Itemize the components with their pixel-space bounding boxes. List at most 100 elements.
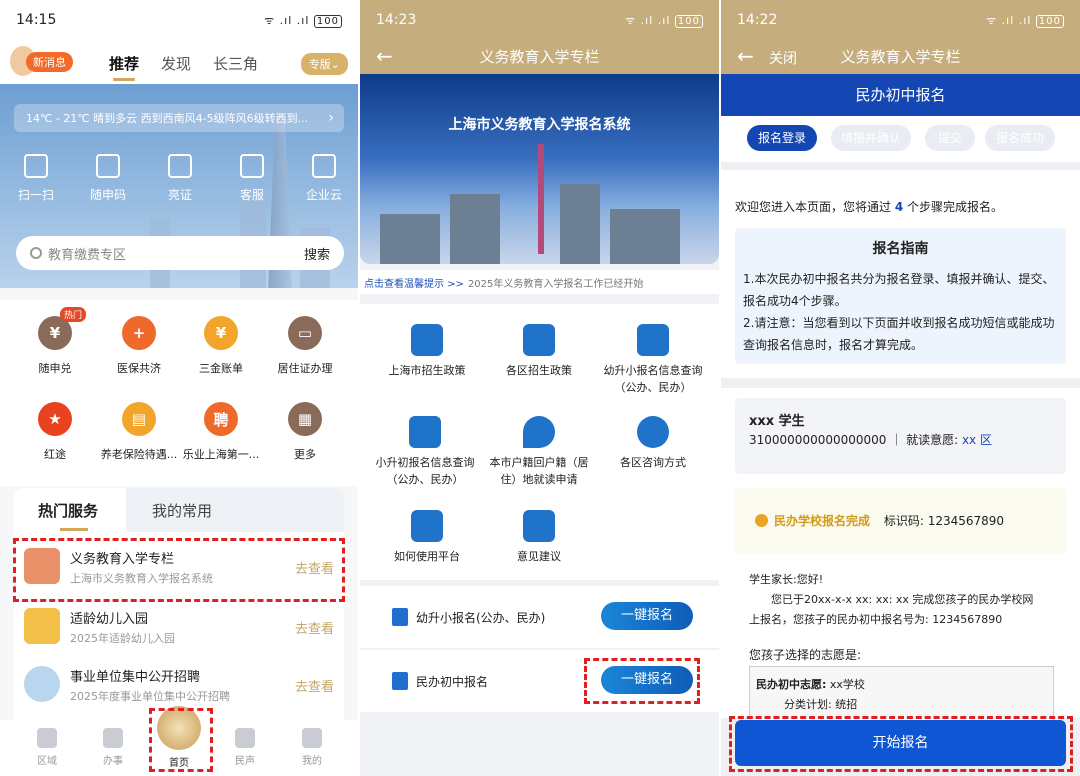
nav-affairs[interactable]: 办事 (83, 728, 143, 767)
title-bar: 14:22 ᯤ .ıl .ıl 100 ← 关闭 义务教育入学专栏 (721, 0, 1080, 74)
battery-icon: 100 (674, 14, 703, 28)
junior-query-item[interactable]: 小升初报名信息查询 （公办、民办） (366, 416, 484, 488)
guide-icon (411, 510, 443, 542)
service-more[interactable]: ▦ 更多 (262, 402, 348, 462)
list-item-subtitle: 2025年度事业单位集中公开招聘 (70, 690, 230, 703)
letter-body: 上报名，您孩子的民办初中报名号为: 1234567890 (749, 613, 1003, 626)
how-to-use-item[interactable]: 如何使用平台 (368, 510, 486, 565)
qr-code-icon (96, 154, 120, 178)
customer-service-label: 客服 (239, 188, 264, 202)
nav-label: 民声 (235, 756, 255, 767)
star-icon: ★ (38, 402, 72, 436)
nav-voice[interactable]: 民声 (215, 728, 275, 767)
letter-greeting: 学生家长:您好! (749, 573, 824, 586)
intro-section: 欢迎您进入本页面，您将通过 4 个步骤完成报名。 报名指南 1.本次民办初中报名… (721, 170, 1080, 378)
customer-service-button[interactable]: 客服 (222, 154, 282, 203)
service-suishen-exchange[interactable]: ¥ 随申兑 (12, 316, 98, 376)
plan-value: 统招 (835, 698, 858, 711)
function-grid: 上海市招生政策 各区招生政策 幼升小报名信息查询 （公办、民办） 小升初报名信息查… (360, 304, 719, 580)
list-item-title: 适龄幼儿入园 (70, 612, 149, 627)
list-item-subtitle: 2025年适龄幼儿入园 (70, 632, 175, 645)
primary-query-item[interactable]: 幼升小报名信息查询 （公办、民办） (594, 324, 712, 396)
code-label: 标识码: (883, 514, 924, 528)
search-bar[interactable]: 教育缴费专区 搜索 (16, 236, 344, 270)
id-card-icon (168, 154, 192, 178)
service-red-route[interactable]: ★ 红途 (12, 402, 98, 462)
hero-banner: 14℃ - 21℃ 晴到多云 西到西南风4-5级阵风6级转西到... › 扫一扫… (0, 84, 358, 288)
weather-bar[interactable]: 14℃ - 21℃ 晴到多云 西到西南风4-5级阵风6级转西到... › (14, 104, 344, 132)
show-license-button[interactable]: 亮证 (150, 154, 210, 203)
notice-link[interactable]: 点击查看温馨提示 >> (364, 275, 464, 290)
list-item[interactable]: 适龄幼儿入园 2025年适龄幼儿入园 去查看 (24, 600, 334, 656)
search-button[interactable]: 搜索 (304, 244, 330, 263)
primary-register-button[interactable]: 一键报名 (601, 602, 693, 630)
grid-label: 小升初报名信息查询 (375, 456, 475, 469)
status-bar: 14:15 ᯤ .ıl .ıl 100 (0, 0, 358, 40)
grid-label: 上海市招生政策 (388, 364, 466, 377)
example-result-section: xxx 学生 310000000000000000 ｜ 就读意愿: xx 区 民… (721, 388, 1080, 726)
notebook-icon (637, 324, 669, 356)
health-code-label: 随申码 (89, 188, 126, 202)
enterprise-cloud-label: 企业云 (305, 188, 342, 202)
battery-icon: 100 (1035, 14, 1064, 28)
tab-hot-services[interactable]: 热门服务 (14, 488, 126, 532)
tab-recommend[interactable]: 推荐 (109, 53, 139, 74)
notice-ticker[interactable]: 点击查看温馨提示 >> 2025年义务教育入学报名工作已经开始 (360, 270, 719, 294)
nav-region[interactable]: 区域 (17, 728, 77, 767)
city-policy-item[interactable]: 上海市招生政策 (368, 324, 486, 379)
tab-discover[interactable]: 发现 (161, 53, 191, 74)
grid-label: 各区咨询方式 (620, 456, 686, 469)
nav-mine[interactable]: 我的 (282, 728, 342, 767)
status-bar: 14:22 ᯤ .ıl .ıl 100 (721, 0, 1080, 40)
tab-yangtze-delta[interactable]: 长三角 (213, 53, 258, 74)
scan-icon (24, 154, 48, 178)
service-residence-permit[interactable]: ▭ 居住证办理 (262, 316, 348, 376)
service-employment[interactable]: 聘乐业上海第一... (178, 402, 264, 462)
grid-label-sub: 住）地就读申请 (500, 473, 578, 486)
id-card-icon: ▭ (288, 316, 322, 350)
search-doc-icon (409, 416, 441, 448)
highlight-box (729, 716, 1073, 772)
service-label: 三金账单 (199, 362, 243, 375)
service-three-funds[interactable]: ¥ 三金账单 (178, 316, 264, 376)
scan-button[interactable]: 扫一扫 (6, 154, 66, 203)
nav-label: 我的 (302, 756, 322, 767)
service-grid: ¥ 随申兑 + 医保共济 ¥ 三金账单 ▭ 居住证办理 ★ 红途 ▤ 养老保险待遇... 聘… (0, 300, 358, 486)
student-name: xxx 学生 (749, 414, 805, 429)
search-input[interactable]: 教育缴费专区 (48, 244, 126, 263)
grid-label: 幼升小报名信息查询 (603, 364, 703, 377)
health-code-button[interactable]: 随申码 (78, 154, 138, 203)
welcome-pre: 欢迎您进入本页面，您将通过 (735, 200, 892, 214)
highlight-box (584, 658, 700, 704)
active-tab-underline (113, 78, 135, 81)
tab-my-frequent[interactable]: 我的常用 (126, 488, 344, 532)
district-contact-item[interactable]: 各区咨询方式 (594, 416, 712, 471)
check-circle-icon (755, 514, 768, 527)
banner-image: 上海市义务教育入学报名系统 (360, 74, 719, 264)
service-medical-mutual[interactable]: + 医保共济 (96, 316, 182, 376)
guide-step-1: 1.本次民办初中报名共分为报名登录、填报并确认、提交、报名成功4个步骤。 (743, 272, 1055, 308)
student-card: xxx 学生 310000000000000000 ｜ 就读意愿: xx 区 (735, 398, 1066, 474)
grid-label: 如何使用平台 (394, 550, 460, 563)
feedback-item[interactable]: 意见建议 (480, 510, 598, 565)
new-message-badge[interactable]: 新消息 (26, 52, 73, 72)
skyline-illustration (610, 209, 680, 264)
service-label: 红途 (44, 448, 66, 461)
weather-text: 14℃ - 21℃ 晴到多云 西到西南风4-5级阵风6级转西到... (26, 112, 309, 125)
primary-registration-row: 幼升小报名(公办、民办) 一键报名 (360, 586, 719, 648)
guide-step-2: 2.请注意：当您看到以下页面并收到报名成功短信或能成功查询报名信息时，报名才算完… (743, 316, 1055, 352)
choice-label: 您孩子选择的志愿是: (749, 648, 862, 662)
view-link[interactable]: 去查看 (295, 618, 334, 637)
building-icon (312, 154, 336, 178)
recruitment-thumbnail (24, 666, 60, 702)
pen-icon (103, 728, 123, 748)
document-icon (411, 324, 443, 356)
special-edition-button[interactable]: 专版⌄ (300, 53, 348, 75)
service-pension[interactable]: ▤ 养老保险待遇... (96, 402, 182, 462)
enterprise-cloud-button[interactable]: 企业云 (294, 154, 354, 203)
grid-label: 本市户籍回户籍（居 (489, 456, 589, 469)
view-link[interactable]: 去查看 (295, 676, 334, 695)
district-policy-item[interactable]: 各区招生政策 (480, 324, 598, 379)
hukou-apply-item[interactable]: 本市户籍回户籍（居 住）地就读申请 (480, 416, 598, 488)
list-item-title: 事业单位集中公开招聘 (70, 670, 201, 685)
